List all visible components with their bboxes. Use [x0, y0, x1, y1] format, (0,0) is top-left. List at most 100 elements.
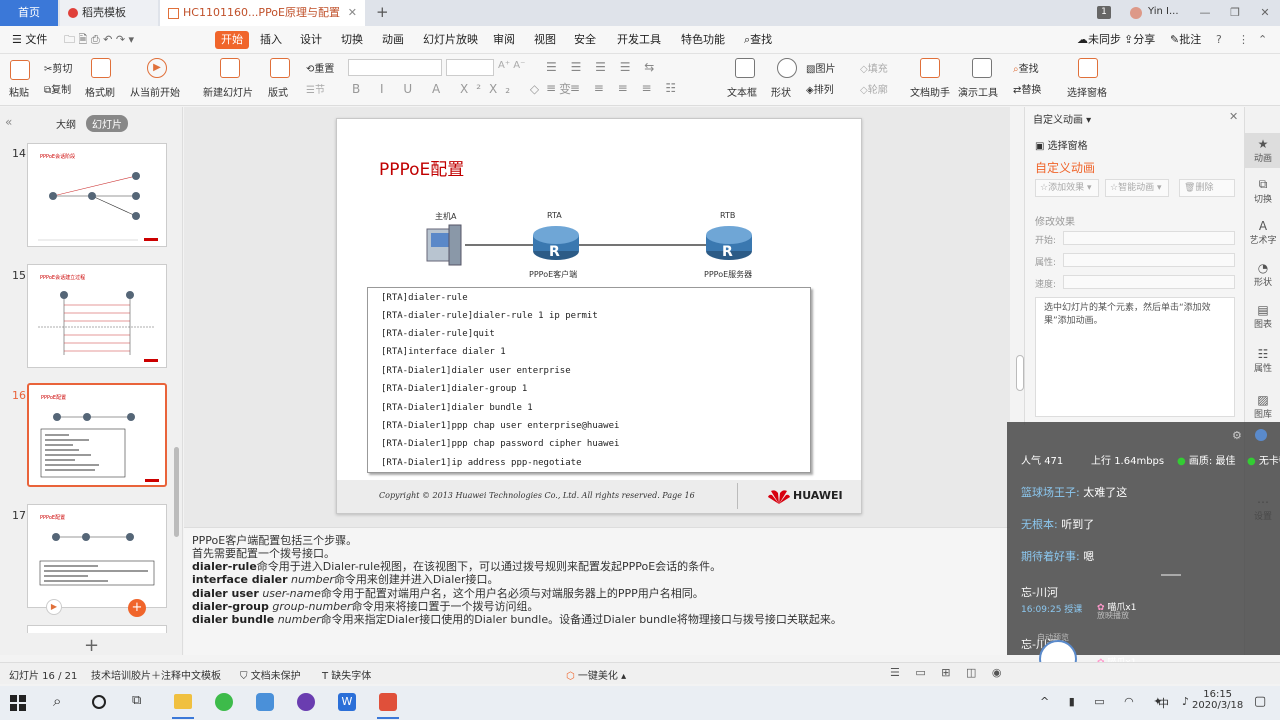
picture-button[interactable]: ▧图片 — [806, 60, 835, 75]
slide-thumbnail-15[interactable]: PPPoE会话建立过程 — [27, 264, 167, 368]
restore-button[interactable]: ❐ — [1220, 0, 1250, 26]
clock[interactable]: 16:15 2020/3/18 — [1192, 689, 1243, 711]
gear-icon[interactable]: ⚙ — [1232, 429, 1242, 442]
view-buttons[interactable]: ☰ ▭ ⊞ ◫ ◉ — [890, 666, 1007, 679]
wps-presentation-icon[interactable] — [379, 693, 397, 711]
beautify-button[interactable]: ⬡ 一键美化 ▴ — [566, 667, 626, 682]
sidebar-wordart[interactable]: A 艺术字 — [1245, 219, 1280, 246]
start-select[interactable] — [1063, 231, 1235, 245]
animation-list[interactable]: 选中幻灯片的某个元素，然后单击“添加效果”添加动画。 — [1035, 297, 1235, 417]
format-painter-icon[interactable] — [91, 58, 111, 78]
notification-icon[interactable]: ▢ — [1254, 694, 1266, 709]
left-scrollbar[interactable] — [174, 447, 179, 537]
tab-home[interactable]: 首页 — [0, 0, 58, 26]
font-size-buttons[interactable]: A⁺ A⁻ — [498, 60, 525, 71]
font-size-select[interactable] — [446, 59, 494, 76]
smart-anim-button[interactable]: ☆智能动画 ▾ — [1105, 179, 1169, 197]
select-pane-link[interactable]: ▣ 选择窗格 — [1035, 137, 1088, 152]
textbox-button[interactable]: 文本框 — [727, 84, 757, 99]
delete-button[interactable]: 🗑删除 — [1179, 179, 1235, 197]
menu-animation[interactable]: 动画 — [382, 26, 404, 54]
cortana-icon[interactable] — [92, 695, 106, 709]
add-slide-button[interactable]: + — [84, 635, 99, 656]
collapse-ribbon-icon[interactable]: ⌃ — [1258, 26, 1267, 54]
outline-tab[interactable]: 大纲 — [56, 116, 76, 131]
from-current-button[interactable]: 从当前开始 — [130, 84, 180, 99]
new-slide-button[interactable]: 新建幻灯片 — [203, 84, 253, 99]
speed-select[interactable] — [1063, 275, 1235, 289]
new-tab-button[interactable]: + — [376, 3, 389, 21]
tray-icons[interactable]: ^ ▮ ▭ ◠ ✦ ♪ — [1040, 695, 1197, 708]
sidebar-chart[interactable]: ▤ 图表 — [1245, 303, 1280, 330]
wps-writer-icon[interactable]: W — [338, 693, 356, 711]
doc-helper-button[interactable]: 文档助手 — [910, 84, 950, 99]
present-tool-icon[interactable] — [972, 58, 992, 78]
menu-review[interactable]: 审阅 — [493, 26, 515, 54]
outline-button[interactable]: ◇轮廓 — [860, 81, 888, 96]
add-slide-icon[interactable]: + — [128, 599, 146, 617]
comment-button[interactable]: ✎批注 — [1170, 26, 1201, 54]
close-icon[interactable]: ✕ — [348, 0, 357, 26]
browser-icon[interactable] — [215, 693, 233, 711]
select-pane-button[interactable]: 选择窗格 — [1067, 84, 1107, 99]
select-pane-icon[interactable] — [1078, 58, 1098, 78]
new-slide-icon[interactable] — [220, 58, 240, 78]
file-explorer-icon[interactable] — [174, 694, 192, 709]
avatar[interactable] — [1255, 429, 1267, 441]
missing-font[interactable]: T 缺失字体 — [322, 667, 371, 682]
quick-tools[interactable]: 🗀 🗎 ⎙ ↶ ↷ ▾ — [64, 26, 134, 54]
menu-find[interactable]: ⌕查找 — [744, 26, 772, 54]
app-icon[interactable] — [297, 693, 315, 711]
menu-insert[interactable]: 插入 — [260, 26, 282, 54]
badge[interactable]: 1 — [1097, 6, 1111, 19]
play-slide-icon[interactable]: ▶ — [46, 599, 62, 615]
sidebar-transition[interactable]: ⧉ 切换 — [1245, 177, 1280, 205]
share-button[interactable]: ⇪分享 — [1124, 26, 1155, 54]
replace-button[interactable]: ⇄替换 — [1013, 81, 1041, 96]
sidebar-animation[interactable]: ★ 动画 — [1245, 133, 1280, 168]
menu-design[interactable]: 设计 — [300, 26, 322, 54]
sidebar-gallery[interactable]: ▨ 图库 — [1245, 393, 1280, 420]
reset-button[interactable]: ⟲重置 — [306, 60, 334, 75]
copy-button[interactable]: ⧉复制 — [44, 81, 71, 96]
drag-handle[interactable] — [1161, 574, 1181, 576]
textbox-icon[interactable] — [735, 58, 755, 78]
find-button[interactable]: ⌕查找 — [1013, 60, 1039, 75]
layout-icon[interactable] — [270, 58, 290, 78]
slide-thumbnail-16[interactable]: PPPoE配置 — [27, 383, 167, 487]
menu-devtools[interactable]: 开发工具 — [617, 26, 661, 54]
paste-icon[interactable] — [10, 60, 30, 80]
protect-status[interactable]: ⛉ 文档未保护 — [240, 667, 301, 682]
doc-helper-icon[interactable] — [920, 58, 940, 78]
user-avatar[interactable] — [1130, 7, 1142, 19]
menu-transition[interactable]: 切换 — [341, 26, 363, 54]
cut-button[interactable]: ✂剪切 — [44, 60, 72, 75]
window-close-button[interactable]: ✕ — [1250, 0, 1280, 26]
sync-status[interactable]: ☁未同步 — [1077, 26, 1121, 54]
text-format-buttons[interactable]: B I U A X²X₂ ◇ 变 — [352, 80, 579, 97]
main-scrollbar[interactable] — [1016, 355, 1024, 391]
play-icon[interactable]: ▶ — [147, 58, 167, 78]
shape-button[interactable]: 形状 — [771, 84, 791, 99]
menu-view[interactable]: 视图 — [534, 26, 556, 54]
shape-icon[interactable] — [777, 58, 797, 78]
layout-button[interactable]: 版式 — [268, 84, 288, 99]
theme-name[interactable]: 技术培训胶片＋注释中文模板 — [91, 667, 221, 682]
font-family-select[interactable] — [348, 59, 442, 76]
menu-slideshow[interactable]: 幻灯片放映 — [423, 26, 478, 54]
minimize-button[interactable]: — — [1190, 0, 1220, 26]
sidebar-shape[interactable]: ◔ 形状 — [1245, 261, 1280, 288]
paste-button[interactable]: 粘贴 — [9, 84, 29, 99]
panel-header[interactable]: 自定义动画 ▾ — [1033, 111, 1091, 126]
add-effect-button[interactable]: ☆添加效果 ▾ — [1035, 179, 1099, 197]
search-icon[interactable]: ⌕ — [53, 692, 61, 710]
menu-features[interactable]: 特色功能 — [681, 26, 725, 54]
more-icon[interactable]: ⋮ — [1238, 26, 1249, 54]
menu-security[interactable]: 安全 — [574, 26, 596, 54]
user-name[interactable]: Yin I... — [1148, 6, 1179, 17]
slide-thumbnail-17[interactable]: PPPoE配置 ▶ + — [27, 504, 167, 617]
slide-thumbnail-18[interactable] — [27, 625, 167, 633]
help-icon[interactable]: ? — [1216, 26, 1222, 54]
close-icon[interactable]: ✕ — [1229, 110, 1238, 123]
task-view-icon[interactable]: ⧉ — [132, 693, 141, 708]
